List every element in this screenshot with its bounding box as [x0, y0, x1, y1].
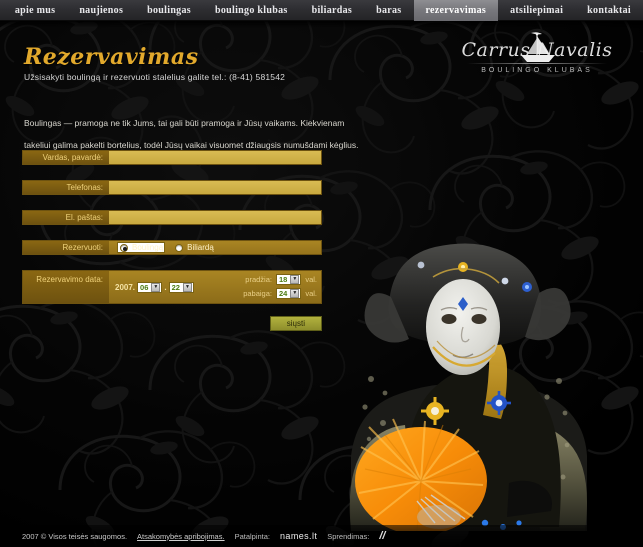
nav-label: rezervavimas	[425, 5, 487, 16]
date-year: 2007.	[115, 282, 136, 292]
page-root: apie mus naujienos boulingas boulingo kl…	[0, 0, 643, 547]
submit-row: siųsti	[22, 316, 322, 331]
site-logo[interactable]: Carrus Navalis BOULINGO KLUBAS	[447, 32, 627, 86]
end-time-label: pabaiga:	[243, 289, 272, 298]
radio-dot-icon	[175, 243, 184, 252]
footer-host-value[interactable]: names.lt	[280, 531, 317, 541]
intro-line-1: Boulingas — pramoga ne tik Jums, tai gal…	[24, 118, 345, 128]
radio-boulinga[interactable]: Boulingą	[117, 242, 166, 253]
month-value: 06	[140, 282, 149, 292]
start-time-row: pradžia: 18 ▼ val.	[245, 274, 317, 285]
nav-item-apie-mus[interactable]: apie mus	[3, 0, 67, 21]
nav-label: boulingas	[147, 5, 191, 16]
page-subtitle: Užsisakyti boulingą ir rezervuoti stalel…	[24, 72, 286, 82]
start-time-select[interactable]: 18 ▼	[275, 274, 302, 285]
time-range-column: pradžia: 18 ▼ val. pabaiga: 24 ▼ val.	[243, 274, 317, 299]
month-select[interactable]: 06 ▼	[137, 281, 163, 293]
nav-label: kontaktai	[587, 5, 631, 16]
end-time-row: pabaiga: 24 ▼ val.	[243, 288, 317, 299]
field-row-phone: Telefonas:	[22, 180, 322, 195]
nav-item-atsiliepimai[interactable]: atsiliepimai	[498, 0, 575, 21]
label-el-pastas: El. paštas:	[23, 211, 109, 224]
day-select[interactable]: 22 ▼	[168, 281, 194, 293]
page-footer: 2007 © Visos teisės saugomos. Atsakomybė…	[0, 525, 643, 547]
label-vardas-pavarde: Vardas, pavardė:	[23, 151, 109, 164]
sailing-ship-icon	[511, 32, 563, 66]
end-time-select[interactable]: 24 ▼	[275, 288, 302, 299]
start-time-label: pradžia:	[245, 275, 272, 284]
date-separator: .	[164, 282, 167, 292]
field-row-name: Vardas, pavardė:	[22, 150, 322, 165]
nav-label: atsiliepimai	[510, 5, 564, 16]
start-time-unit: val.	[305, 275, 317, 284]
nav-drop-shadow	[0, 21, 643, 28]
reserve-type-options: Boulingą Biliardą	[109, 241, 321, 254]
logo-tagline: BOULINGO KLUBAS	[481, 67, 593, 74]
radio-label: Biliardą	[187, 243, 214, 252]
nav-item-kontaktai[interactable]: kontaktai	[575, 0, 643, 21]
label-telefonas: Telefonas:	[23, 181, 109, 194]
chevron-down-icon[interactable]: ▼	[182, 282, 192, 292]
end-time-value: 24	[278, 289, 288, 298]
date-fields-zone: 2007. 06 ▼ . 22 ▼ pradžia: 18 ▼ val. pab…	[109, 271, 321, 303]
label-rezervuoti: Rezervuoti:	[23, 241, 109, 254]
phone-input[interactable]	[109, 181, 321, 194]
footer-host-label: Patalpinta:	[234, 531, 271, 541]
name-input[interactable]	[109, 151, 321, 164]
nav-label: boulingo klubas	[214, 5, 288, 16]
footer-disclaimer-link[interactable]: Atsakomybės apribojimas.	[137, 532, 225, 541]
page-title: Rezervavimas	[24, 44, 199, 70]
email-input[interactable]	[109, 211, 321, 224]
footer-copyright: 2007 © Visos teisės saugomos.	[22, 531, 128, 541]
chevron-down-icon[interactable]: ▼	[290, 289, 300, 298]
nav-label: apie mus	[14, 5, 56, 16]
label-rezervavimo-data: Rezervavimo data:	[23, 271, 109, 303]
nav-item-naujienos[interactable]: naujienos	[67, 0, 135, 21]
reservation-form[interactable]: Vardas, pavardė: Telefonas: El. paštas: …	[22, 150, 322, 331]
field-row-reserve-type: Rezervuoti: Boulingą Biliardą	[22, 240, 322, 255]
date-line: 2007. 06 ▼ . 22 ▼	[115, 274, 194, 299]
masked-figure-photo	[313, 231, 643, 531]
end-time-unit: val.	[305, 289, 317, 298]
footer-solution-logo[interactable]: //	[379, 530, 385, 542]
main-navigation[interactable]: apie mus naujienos boulingas boulingo kl…	[0, 0, 643, 21]
footer-solution-label: Sprendimas:	[327, 531, 370, 541]
nav-label: naujienos	[79, 5, 124, 16]
nav-item-biliardas[interactable]: biliardas	[300, 0, 365, 21]
radio-label: Boulingą	[132, 243, 164, 252]
start-time-value: 18	[278, 275, 288, 284]
nav-item-baras[interactable]: baras	[364, 0, 413, 21]
radio-dot-selected-icon	[120, 243, 128, 252]
chevron-down-icon[interactable]: ▼	[151, 282, 161, 292]
radio-biliarda[interactable]: Biliardą	[175, 243, 214, 252]
chevron-down-icon[interactable]: ▼	[290, 275, 300, 284]
nav-label: baras	[376, 5, 402, 16]
send-button[interactable]: siųsti	[269, 316, 322, 331]
field-row-email: El. paštas:	[22, 210, 322, 225]
nav-item-rezervavimas[interactable]: rezervavimas	[413, 0, 499, 21]
nav-item-boulingo-klubas[interactable]: boulingo klubas	[203, 0, 300, 21]
nav-label: biliardas	[311, 5, 353, 16]
day-value: 22	[171, 282, 180, 292]
field-row-reservation-date: Rezervavimo data: 2007. 06 ▼ . 22 ▼ prad…	[22, 270, 322, 304]
nav-item-boulingas[interactable]: boulingas	[135, 0, 203, 21]
